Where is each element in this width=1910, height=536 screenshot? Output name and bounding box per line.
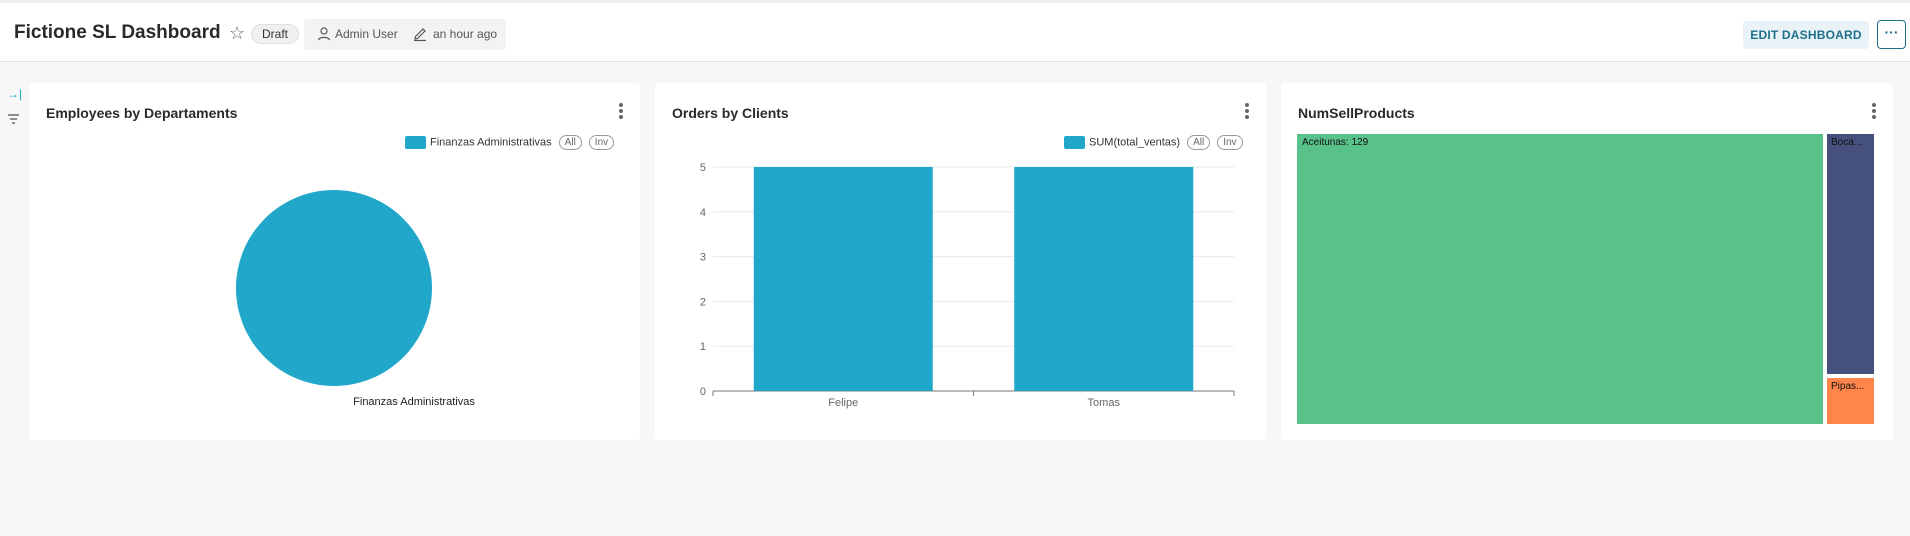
status-badge: Draft — [251, 24, 300, 44]
chart-panel-products: NumSellProducts Aceitunas: 129 Boca... Pip… — [1281, 83, 1893, 440]
filter-icon[interactable] — [7, 113, 20, 125]
treemap-chart: Aceitunas: 129 Boca... Pipas... — [1297, 134, 1874, 424]
y-tick-label: 3 — [700, 252, 706, 264]
bar — [1014, 167, 1194, 391]
y-tick-label: 4 — [700, 207, 706, 219]
treemap-label: Pipas... — [1831, 381, 1864, 392]
x-tick-label: Tomas — [1088, 397, 1121, 409]
pencil-icon — [414, 28, 426, 42]
treemap-label: Aceitunas: 129 — [1302, 137, 1369, 148]
pie-slice — [236, 190, 432, 386]
treemap-cell — [1297, 134, 1823, 424]
more-options-button[interactable]: ··· — [1877, 20, 1906, 49]
edit-dashboard-button[interactable]: EDIT DASHBOARD — [1743, 21, 1869, 49]
chart-panel-orders: Orders by Clients SUM(total_ventas) All In… — [655, 83, 1266, 440]
dashboard-header: Fictione SL Dashboard ☆ Draft Admin User… — [0, 0, 1910, 62]
treemap-cell — [1827, 134, 1874, 374]
owner-name: Admin User — [335, 27, 398, 41]
metadata-bar: Admin User an hour ago — [304, 19, 506, 50]
bar-chart: 0 1 2 3 4 5 Felipe Tomas — [700, 162, 1235, 409]
favorite-star-icon[interactable]: ☆ — [229, 23, 245, 44]
treemap-label: Boca... — [1831, 137, 1862, 148]
x-tick-label: Felipe — [828, 397, 858, 409]
y-tick-label: 2 — [700, 296, 706, 308]
chart-panel-employees: Employees by Departaments Finanzas Admin… — [29, 83, 640, 440]
bar — [753, 167, 933, 391]
pie-chart: Finanzas Administrativas — [236, 190, 475, 408]
expand-filters-icon[interactable]: →| — [7, 87, 22, 101]
pie-slice-label: Finanzas Administrativas — [353, 396, 475, 408]
last-modified: an hour ago — [433, 27, 498, 41]
y-tick-label: 1 — [700, 341, 706, 353]
y-tick-label: 5 — [700, 162, 706, 174]
user-icon — [317, 27, 331, 41]
dashboard-title[interactable]: Fictione SL Dashboard — [14, 22, 221, 44]
y-tick-label: 0 — [700, 386, 706, 398]
